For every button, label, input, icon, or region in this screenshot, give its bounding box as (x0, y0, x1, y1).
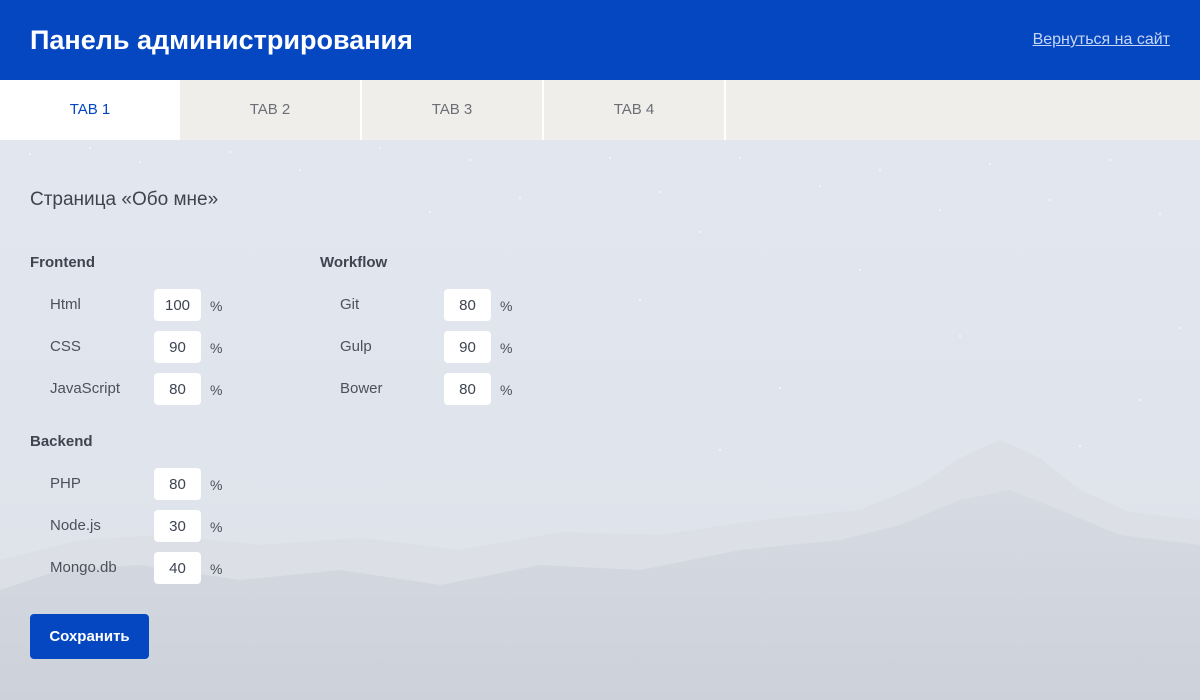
percent-sign: % (210, 561, 223, 577)
percent-sign: % (210, 519, 223, 535)
tab-divider (724, 80, 726, 140)
tab-4[interactable]: TAB 4 (544, 80, 724, 140)
percent-sign: % (500, 382, 513, 398)
tab-bar: TAB 1 TAB 2 TAB 3 TAB 4 (0, 80, 1200, 140)
skill-label: Bower (340, 380, 383, 397)
skill-percent-input[interactable] (154, 468, 201, 500)
percent-sign: % (210, 340, 223, 356)
skill-percent-input[interactable] (154, 552, 201, 584)
group-title-frontend: Frontend (30, 254, 95, 271)
content-area: Страница «Обо мне» Frontend Html % CSS %… (0, 140, 1200, 700)
skill-percent-input[interactable] (444, 373, 491, 405)
skill-label: PHP (50, 475, 81, 492)
skill-percent-input[interactable] (444, 289, 491, 321)
page-title: Страница «Обо мне» (30, 189, 219, 210)
tab-1[interactable]: TAB 1 (0, 80, 180, 140)
skill-label: Git (340, 296, 360, 313)
skill-label: Html (50, 296, 81, 313)
skill-label: JavaScript (50, 380, 121, 397)
mountain-background-image (0, 147, 1200, 700)
save-button[interactable]: Сохранить (30, 614, 149, 659)
tab-2[interactable]: TAB 2 (180, 80, 360, 140)
group-title-workflow: Workflow (320, 254, 388, 271)
skill-percent-input[interactable] (154, 373, 201, 405)
header-bar: Панель администрирования Вернуться на са… (0, 0, 1200, 80)
skill-percent-input[interactable] (444, 331, 491, 363)
percent-sign: % (210, 298, 223, 314)
tab-3[interactable]: TAB 3 (362, 80, 542, 140)
skill-label: CSS (50, 338, 81, 355)
skill-label: Node.js (50, 517, 101, 534)
group-title-backend: Backend (30, 433, 93, 450)
skill-percent-input[interactable] (154, 510, 201, 542)
percent-sign: % (210, 382, 223, 398)
percent-sign: % (500, 340, 513, 356)
skill-percent-input[interactable] (154, 289, 201, 321)
skill-label: Gulp (340, 338, 372, 355)
percent-sign: % (210, 477, 223, 493)
back-to-site-link[interactable]: Вернуться на сайт (1033, 30, 1170, 50)
percent-sign: % (500, 298, 513, 314)
skill-label: Mongo.db (50, 559, 117, 576)
app-title: Панель администрирования (30, 25, 413, 55)
skill-percent-input[interactable] (154, 331, 201, 363)
